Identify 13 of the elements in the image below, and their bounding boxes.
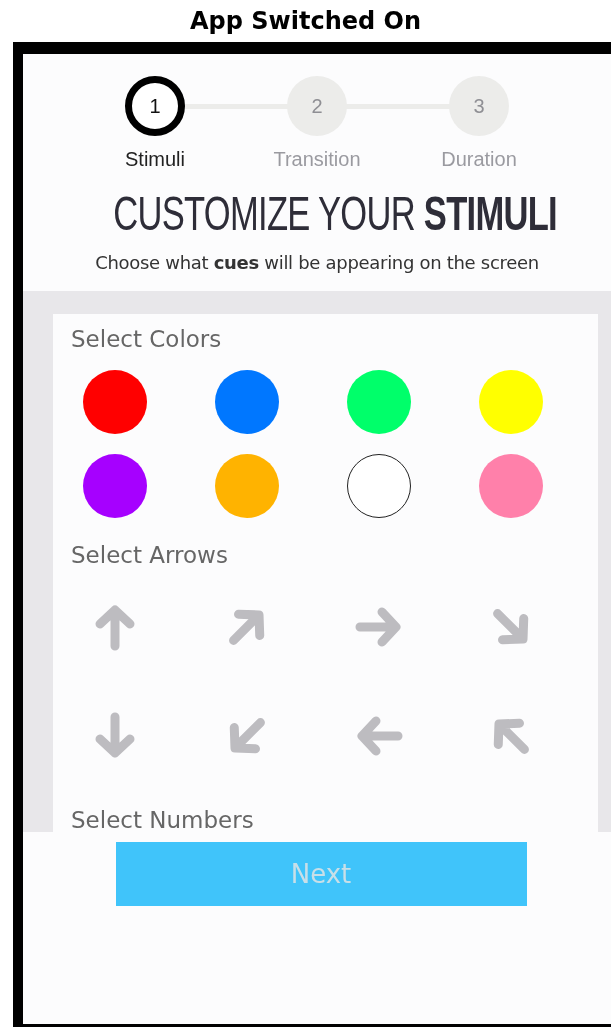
step-circle[interactable]: 3 xyxy=(449,76,509,136)
caption: App Switched On xyxy=(188,6,423,37)
step-label: Stimuli xyxy=(125,148,185,171)
section-title: Select Colors xyxy=(71,326,223,354)
next-button[interactable]: Next xyxy=(115,842,527,906)
step-circle[interactable]: 2 xyxy=(287,76,347,136)
subtitle: Choose what cues will be appearing on the screen xyxy=(94,252,540,273)
step-label: Transition xyxy=(273,148,361,171)
step-circle[interactable]: 1 xyxy=(125,76,185,136)
step-label: Duration xyxy=(441,148,517,171)
section-title: Select Numbers xyxy=(71,807,255,832)
section-title: Select Arrows xyxy=(71,542,229,570)
heading: CUSTOMIZE YOUR STIMULI xyxy=(112,186,558,242)
